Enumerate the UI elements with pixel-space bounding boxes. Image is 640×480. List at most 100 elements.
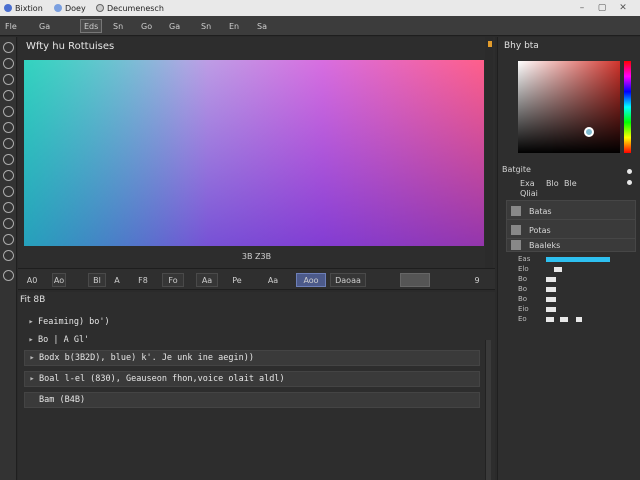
ctrl-9[interactable]: 9 (470, 273, 484, 287)
property-slider[interactable] (546, 277, 556, 282)
tool-strip (0, 37, 17, 480)
color-picker-handle[interactable] (584, 127, 594, 137)
eyedropper-tool-icon[interactable] (3, 250, 14, 261)
ctrl-aa2[interactable]: Aa (264, 273, 282, 287)
canvas-controls: A0 Ao Bl A F8 Fo Aa Pe Aa Aoo Daoaa 9 (18, 268, 495, 290)
canvas-scrollbar[interactable] (485, 37, 493, 287)
property-row[interactable]: Eo (506, 315, 631, 325)
toolbar-go[interactable]: Go (138, 19, 155, 33)
fill-tool-icon[interactable] (3, 122, 14, 133)
layer-row[interactable]: Baaleks (506, 238, 636, 252)
property-label: Bo (518, 275, 528, 283)
canvas-caption: 3B Z3B (241, 252, 272, 261)
console-line-text: Boal l-el (830), Geauseon fhon,voice ola… (39, 374, 285, 384)
minimize-icon[interactable]: – (576, 2, 588, 14)
ctrl-pe[interactable]: Pe (228, 273, 246, 287)
toolbar-sa[interactable]: Sa (254, 19, 270, 33)
property-slider[interactable] (576, 317, 582, 322)
console-line[interactable]: ▸ Bodx b(3B2D), blue) k'. Je unk ine aeg… (24, 350, 480, 366)
console-line[interactable]: ▸ Bo | A Gl' (24, 332, 480, 348)
expand-arrow-icon[interactable]: ▸ (24, 335, 38, 345)
property-row[interactable]: Bo (506, 295, 631, 305)
ctrl-aa[interactable]: Aa (196, 273, 218, 287)
toolbar-sn2[interactable]: Sn (198, 19, 214, 33)
menu-label: Bixtion (15, 3, 43, 13)
shape-tool-icon[interactable] (3, 170, 14, 181)
menu-label: Decumenesch (107, 3, 164, 13)
pen-tool-icon[interactable] (3, 186, 14, 197)
main-toolbar: Fle Ga Eds Sn Go Ga Sn En Sa (0, 16, 640, 36)
gradient-canvas[interactable] (24, 60, 484, 246)
color-panel-title: Bhy bta (504, 41, 539, 51)
property-slider[interactable] (560, 317, 568, 322)
console-header: Fit 8B (20, 295, 46, 305)
zoom-tool-icon[interactable] (3, 218, 14, 229)
text-tool-icon[interactable] (3, 154, 14, 165)
property-slider[interactable] (546, 307, 556, 312)
property-row[interactable]: Bo (506, 275, 631, 285)
ctrl-a0[interactable]: A0 (24, 273, 40, 287)
color-tool-icon[interactable] (3, 270, 14, 281)
property-slider[interactable] (554, 267, 562, 272)
property-row[interactable]: Bo (506, 285, 631, 295)
hue-slider[interactable] (624, 61, 631, 153)
property-slider[interactable] (546, 317, 554, 322)
expand-arrow-icon[interactable]: ▸ (24, 317, 38, 327)
toolbar-ga2[interactable]: Ga (166, 19, 183, 33)
move-tool-icon[interactable] (3, 58, 14, 69)
menu-doey[interactable]: Doey (54, 2, 86, 14)
console-line[interactable]: ▸ Boal l-el (830), Geauseon fhon,voice o… (24, 371, 480, 387)
menu-document[interactable]: Decumenesch (96, 2, 164, 14)
layer-label: Baaleks (529, 240, 561, 250)
doey-icon (54, 4, 62, 12)
expand-arrow-icon[interactable]: ▸ (25, 353, 39, 363)
ctrl-f8[interactable]: F8 (134, 273, 152, 287)
menu-bixtion[interactable]: Bixtion (4, 2, 43, 14)
lasso-tool-icon[interactable] (3, 74, 14, 85)
saturation-value-picker[interactable] (518, 61, 620, 153)
crop-tool-icon[interactable] (3, 202, 14, 213)
toolbar-sn[interactable]: Sn (110, 19, 126, 33)
console-scrollbar[interactable] (485, 340, 491, 480)
color-panel: Bhy bta Batgite Exa Blo Ble Qliai Batas … (497, 37, 640, 480)
property-row[interactable]: Eas (506, 255, 631, 265)
canvas-title: Wfty hu Rottuises (26, 41, 115, 52)
eraser-tool-icon[interactable] (3, 106, 14, 117)
toolbar-edit[interactable]: Eds (80, 19, 103, 33)
close-icon[interactable]: ✕ (617, 2, 629, 14)
menu-label: Doey (65, 3, 86, 13)
toolbar-ga[interactable]: Ga (36, 19, 53, 33)
toggle-dot-icon[interactable] (627, 180, 632, 185)
property-row[interactable]: Elo (506, 265, 631, 275)
console-line[interactable]: ▸ Feaiming) bo') (24, 314, 480, 330)
property-row[interactable]: Eio (506, 305, 631, 315)
ctrl-ao[interactable]: Ao (52, 273, 66, 287)
tab-blo[interactable]: Blo (546, 179, 559, 188)
ctrl-a[interactable]: A (110, 273, 124, 287)
toolbar-file[interactable]: Fle (2, 19, 20, 33)
ctrl-daoaa[interactable]: Daoaa (330, 273, 366, 287)
brush-tool-icon[interactable] (3, 90, 14, 101)
ctrl-value-field[interactable] (400, 273, 430, 287)
ctrl-bl[interactable]: Bl (88, 273, 106, 287)
gradient-tool-icon[interactable] (3, 138, 14, 149)
toolbar-en[interactable]: En (226, 19, 242, 33)
hand-tool-icon[interactable] (3, 234, 14, 245)
property-slider[interactable] (546, 297, 556, 302)
toggle-dot-icon[interactable] (627, 169, 632, 174)
title-bar: Bixtion Doey Decumenesch – ▢ ✕ (0, 0, 640, 16)
ctrl-fo[interactable]: Fo (162, 273, 184, 287)
tab-ble[interactable]: Ble (564, 179, 577, 188)
tab-exa[interactable]: Exa (520, 179, 535, 188)
property-label: Eo (518, 315, 527, 323)
section-sub-label: Qliai (520, 189, 538, 198)
property-slider[interactable] (546, 287, 556, 292)
expand-arrow-icon[interactable]: ▸ (25, 374, 39, 384)
console-line-text: Bodx b(3B2D), blue) k'. Je unk ine aegin… (39, 353, 254, 363)
ctrl-aoo[interactable]: Aoo (296, 273, 326, 287)
console-line[interactable]: Bam (B4B) (24, 392, 480, 408)
select-tool-icon[interactable] (3, 42, 14, 53)
canvas-panel: Wfty hu Rottuises 3B Z3B (18, 37, 495, 287)
property-slider[interactable] (546, 257, 610, 262)
maximize-icon[interactable]: ▢ (596, 2, 608, 14)
